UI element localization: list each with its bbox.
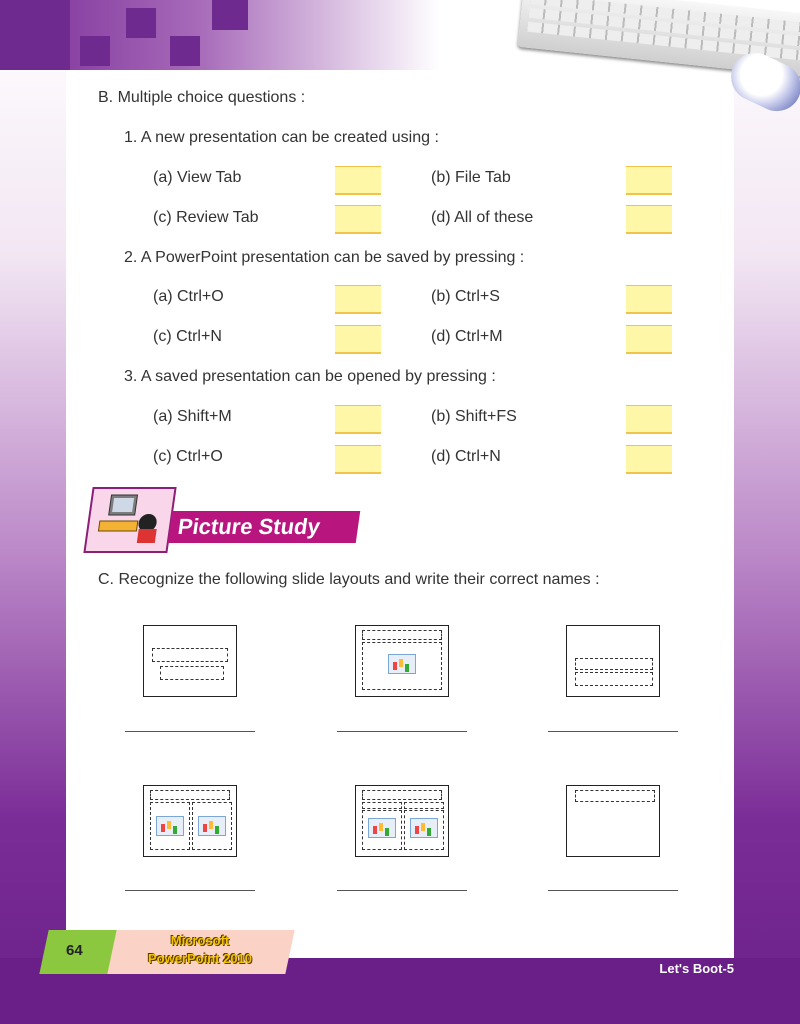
slide-layout-title [143, 625, 237, 697]
q2-option-c: (c) Ctrl+N [153, 328, 222, 345]
book-title-line2: PowerPoint 2010 [147, 951, 253, 966]
q1-answer-box-d[interactable] [626, 205, 672, 234]
slide-layout-section-header [566, 625, 660, 697]
decor-square [212, 0, 248, 30]
slide-layout-title-only [566, 785, 660, 857]
q2-answer-box-b[interactable] [626, 285, 672, 314]
q3-answer-box-a[interactable] [335, 405, 381, 434]
q3-answer-box-c[interactable] [335, 445, 381, 474]
q1-answer-box-b[interactable] [626, 166, 672, 195]
q1-option-b: (b) File Tab [431, 169, 511, 186]
answer-line-3[interactable] [548, 731, 678, 732]
answer-line-1[interactable] [125, 731, 255, 732]
q3-option-a: (a) Shift+M [153, 408, 232, 425]
slide-layout-two-content [143, 785, 237, 857]
decor-square [0, 0, 70, 70]
right-border [734, 0, 800, 1024]
book-title: Microsoft PowerPoint 2010 [130, 932, 270, 968]
book-title-line1: Microsoft [170, 933, 230, 948]
series-name: Let's Boot-5 [659, 961, 734, 976]
computer-illustration-icon [83, 487, 177, 553]
decor-square [80, 36, 110, 66]
q3-option-b: (b) Shift+FS [431, 408, 517, 425]
q2-option-a: (a) Ctrl+O [153, 288, 224, 305]
section-b-heading: B. Multiple choice questions : [98, 89, 306, 106]
question-1: 1. A new presentation can be created usi… [124, 129, 439, 146]
q1-option-d: (d) All of these [431, 209, 534, 226]
slide-layout-comparison [355, 785, 449, 857]
picture-study-title: Picture Study [167, 511, 361, 543]
section-c-heading: C. Recognize the following slide layouts… [98, 571, 600, 588]
q3-answer-box-b[interactable] [626, 405, 672, 434]
decor-square [126, 8, 156, 38]
q1-answer-box-a[interactable] [335, 166, 381, 195]
answer-line-2[interactable] [337, 731, 467, 732]
q2-option-b: (b) Ctrl+S [431, 288, 500, 305]
q2-answer-box-a[interactable] [335, 285, 381, 314]
question-2: 2. A PowerPoint presentation can be save… [124, 249, 525, 266]
slide-layout-title-content [355, 625, 449, 697]
q1-option-c: (c) Review Tab [153, 209, 259, 226]
q3-option-c: (c) Ctrl+O [153, 448, 223, 465]
q2-answer-box-d[interactable] [626, 325, 672, 354]
question-3: 3. A saved presentation can be opened by… [124, 368, 496, 385]
page-number: 64 [66, 942, 83, 959]
q2-option-d: (d) Ctrl+M [431, 328, 503, 345]
q3-option-d: (d) Ctrl+N [431, 448, 501, 465]
answer-line-6[interactable] [548, 890, 678, 891]
q3-answer-box-d[interactable] [626, 445, 672, 474]
answer-line-4[interactable] [125, 890, 255, 891]
q2-answer-box-c[interactable] [335, 325, 381, 354]
q1-answer-box-c[interactable] [335, 205, 381, 234]
answer-line-5[interactable] [337, 890, 467, 891]
left-border [0, 0, 66, 1024]
q1-option-a: (a) View Tab [153, 169, 242, 186]
decor-square [170, 36, 200, 66]
